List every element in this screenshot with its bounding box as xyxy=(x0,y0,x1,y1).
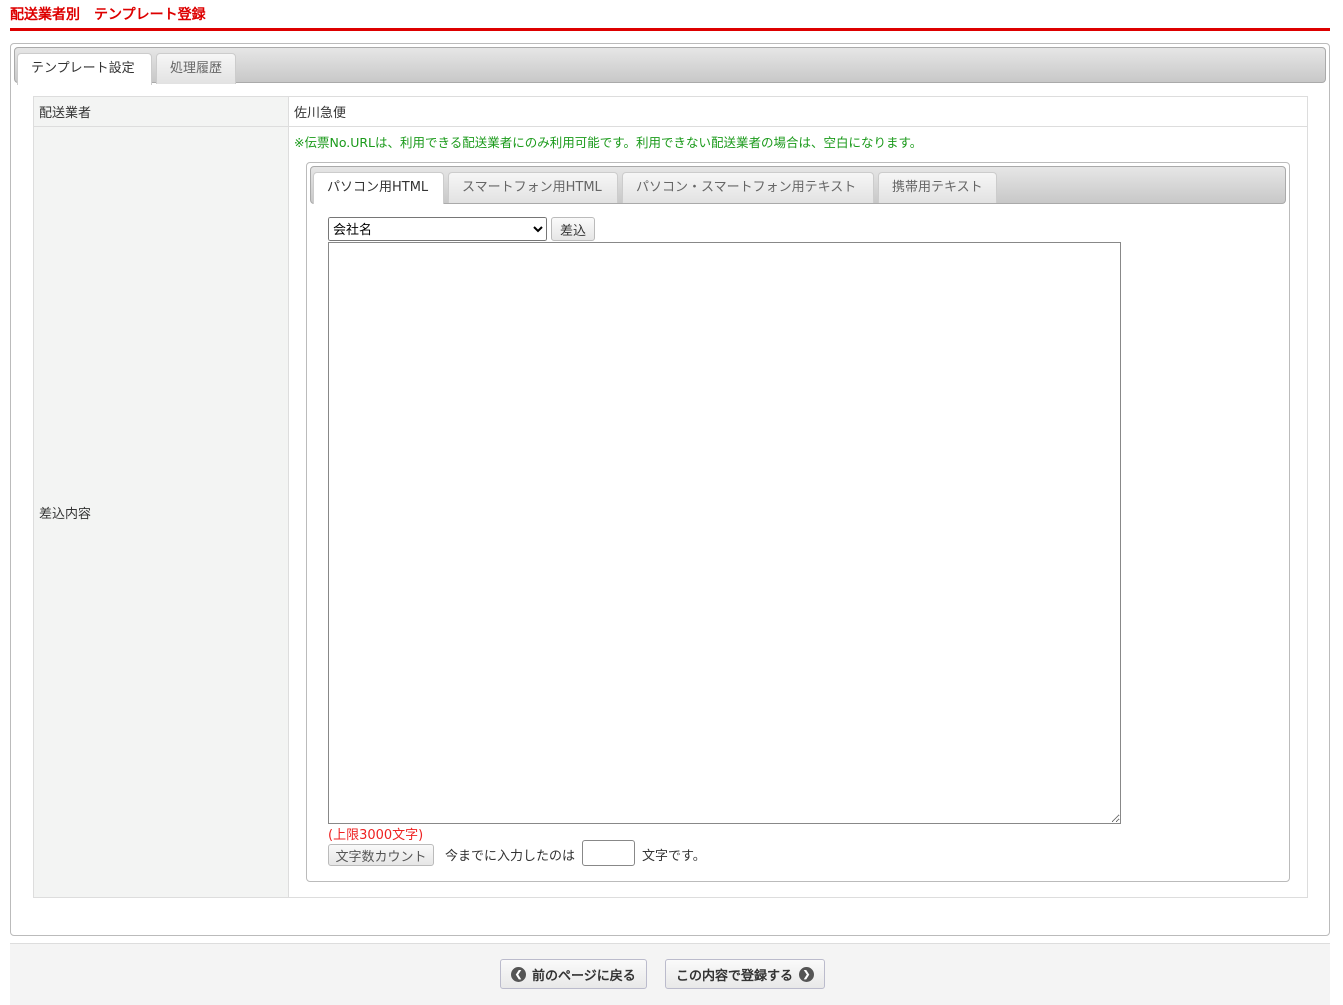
content-label: 差込内容 xyxy=(33,126,289,898)
insert-button[interactable]: 差込 xyxy=(551,217,595,241)
content-textarea[interactable] xyxy=(328,242,1121,824)
content-editor-panel: パソコン用HTML スマートフォン用HTML パソコン・スマートフォン用テキスト… xyxy=(306,162,1290,882)
tab-text[interactable]: パソコン・スマートフォン用テキスト xyxy=(622,172,874,203)
tab-history[interactable]: 処理履歴 xyxy=(156,53,236,84)
tab-template-settings[interactable]: テンプレート設定 xyxy=(17,53,152,85)
register-button[interactable]: この内容で登録する ❯ xyxy=(665,959,826,989)
char-limit: (上限3000文字) xyxy=(328,828,424,843)
url-note: ※伝票No.URLは、利用できる配送業者にのみ利用可能です。利用できない配送業者… xyxy=(294,135,923,150)
count-field[interactable] xyxy=(582,840,635,866)
count-button[interactable]: 文字数カウント xyxy=(328,844,434,866)
tab-mobile-text[interactable]: 携帯用テキスト xyxy=(878,172,997,203)
main-tabbar: テンプレート設定 処理履歴 xyxy=(14,47,1326,85)
title-divider xyxy=(10,28,1330,31)
tab-smartphone-html[interactable]: スマートフォン用HTML xyxy=(448,172,618,203)
field-select[interactable]: 会社名 xyxy=(328,217,547,241)
page-title: 配送業者別 テンプレート登録 xyxy=(10,7,206,23)
carrier-label: 配送業者 xyxy=(33,96,289,127)
back-button[interactable]: ❮ 前のページに戻る xyxy=(500,959,647,989)
carrier-value: 佐川急便 xyxy=(288,96,1308,127)
footer-bar: ❮ 前のページに戻る この内容で登録する ❯ xyxy=(10,943,1330,1005)
main-panel: テンプレート設定 処理履歴 配送業者 佐川急便 差込内容 ※伝票No.URLは、… xyxy=(10,43,1330,936)
form-table: 配送業者 佐川急便 差込内容 ※伝票No.URLは、利用できる配送業者にのみ利用… xyxy=(33,96,1308,898)
register-label: この内容で登録する xyxy=(676,967,794,983)
tab-pc-html[interactable]: パソコン用HTML xyxy=(313,172,444,204)
count-prefix: 今までに入力したのは xyxy=(445,849,576,864)
chevron-left-icon: ❮ xyxy=(511,966,526,982)
chevron-right-icon: ❯ xyxy=(799,966,815,982)
back-label: 前のページに戻る xyxy=(532,967,636,983)
count-suffix: 文字です。 xyxy=(642,849,706,864)
format-tabbar: パソコン用HTML スマートフォン用HTML パソコン・スマートフォン用テキスト… xyxy=(310,166,1286,204)
